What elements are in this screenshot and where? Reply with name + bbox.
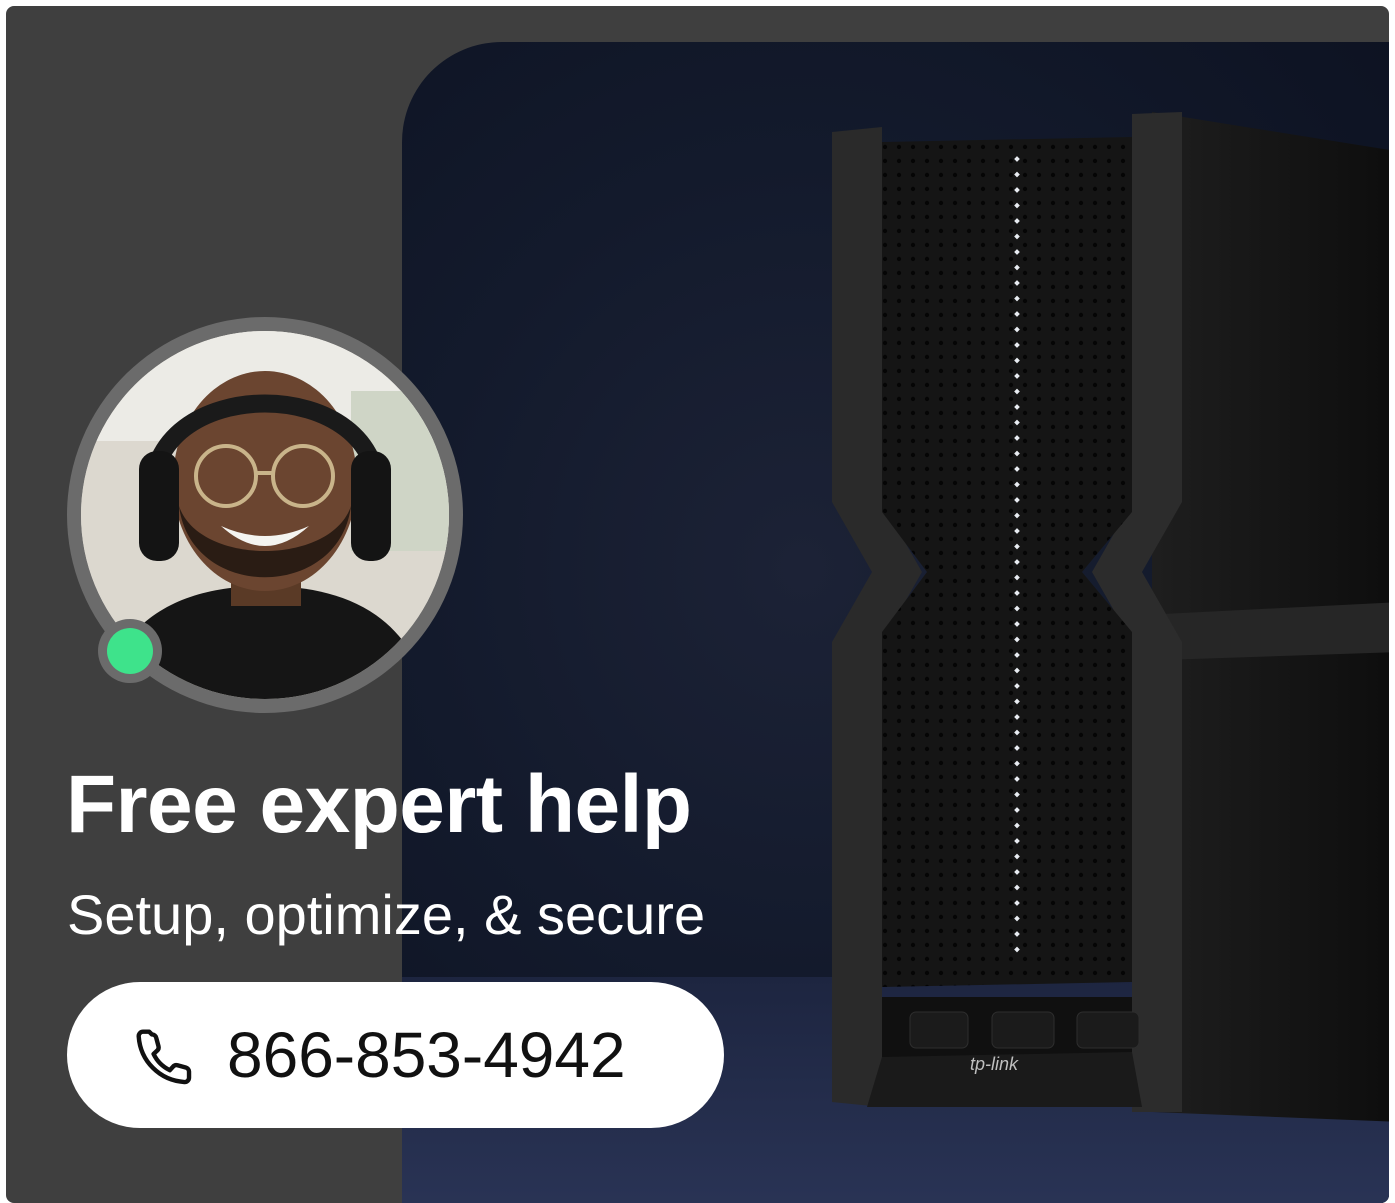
online-status-icon xyxy=(107,628,153,674)
call-button[interactable]: 866-853-4942 xyxy=(67,982,724,1128)
online-status-dot xyxy=(98,619,162,683)
headline: Free expert help xyxy=(66,759,692,850)
phone-number[interactable]: 866-853-4942 xyxy=(227,1018,626,1092)
brand-mark: tp-link xyxy=(970,1054,1019,1074)
phone-icon xyxy=(136,1029,192,1085)
subheadline: Setup, optimize, & secure xyxy=(67,883,706,946)
ad-card[interactable]: tp-link Free expert help Setup, optimize… xyxy=(6,6,1389,1203)
